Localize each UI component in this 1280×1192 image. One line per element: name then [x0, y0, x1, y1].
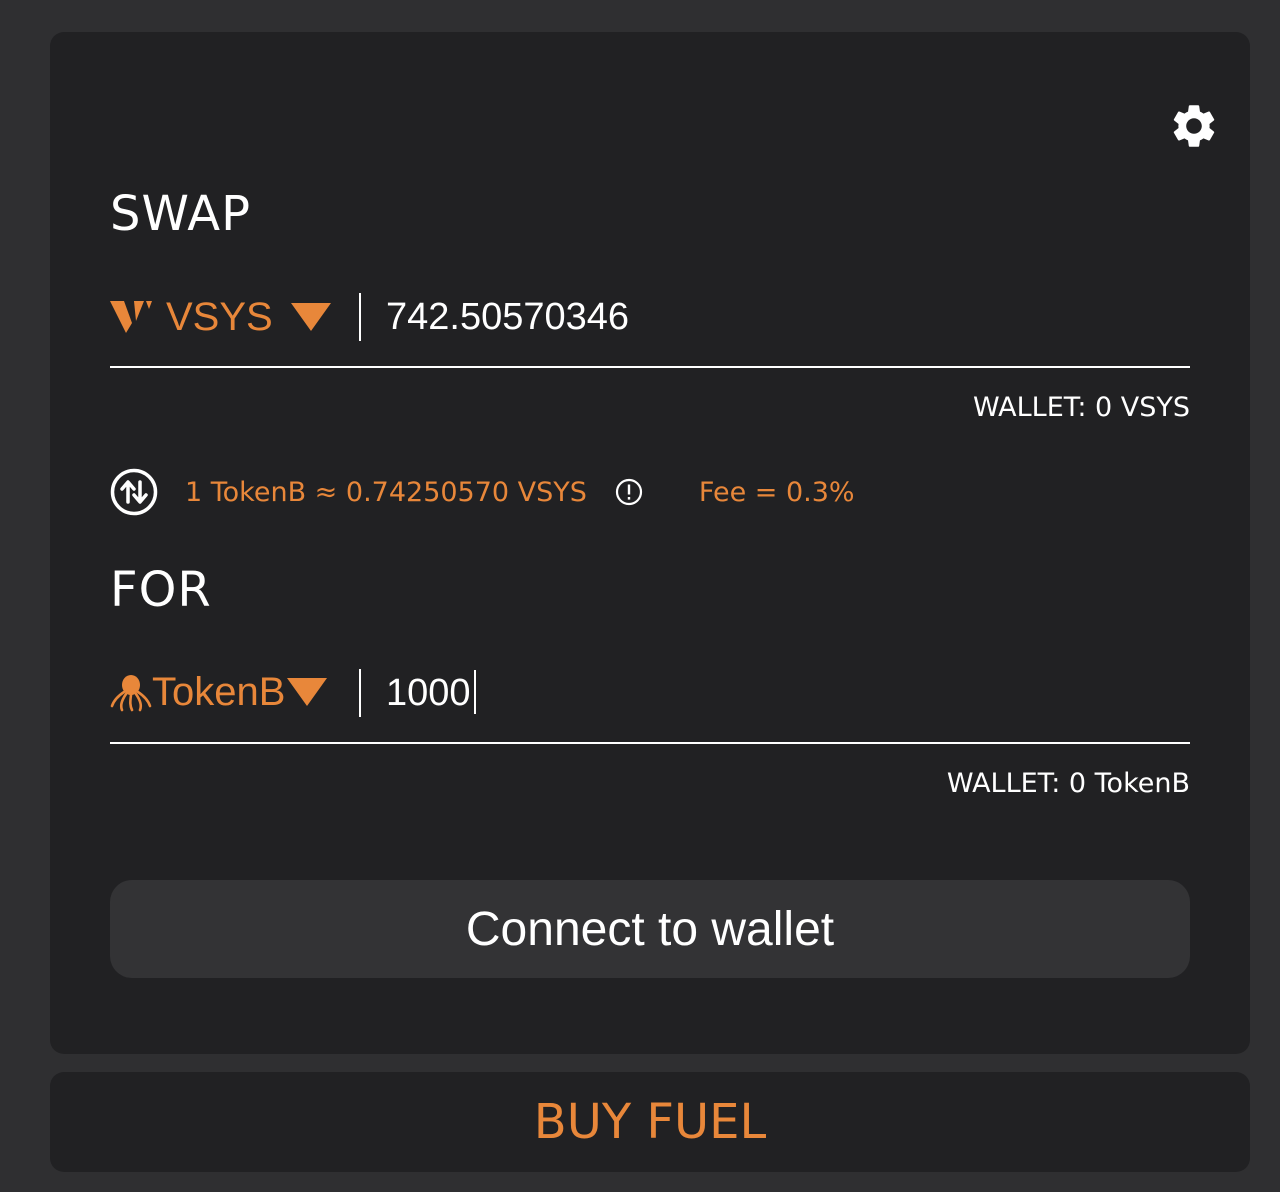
gear-icon[interactable] — [1168, 100, 1220, 152]
swap-divider — [359, 293, 361, 341]
for-divider — [359, 669, 361, 717]
for-underline — [110, 742, 1190, 744]
for-token-name: TokenB — [152, 669, 286, 714]
text-cursor — [474, 670, 476, 714]
swap-title: SWAP — [110, 186, 252, 242]
swap-underline — [110, 366, 1190, 368]
exchange-rate-text: 1 TokenB ≈ 0.74250570 VSYS — [185, 476, 587, 508]
for-wallet-balance: WALLET: 0 TokenB — [946, 768, 1190, 799]
for-amount-input[interactable] — [386, 668, 1176, 718]
swap-token-select[interactable]: VSYS — [110, 292, 331, 342]
for-token-select[interactable]: TokenB — [110, 668, 328, 716]
connect-wallet-button[interactable]: Connect to wallet — [110, 880, 1190, 978]
chevron-down-icon — [290, 303, 331, 331]
swap-wallet-balance: WALLET: 0 VSYS — [972, 392, 1190, 423]
chevron-down-icon — [287, 678, 328, 706]
buy-fuel-button[interactable]: BUY FUEL — [50, 1072, 1250, 1172]
vsys-logo-icon — [110, 301, 152, 333]
swap-token-name: VSYS — [166, 294, 273, 339]
info-icon[interactable] — [615, 478, 643, 506]
rate-row: 1 TokenB ≈ 0.74250570 VSYS Fee = 0.3% — [110, 466, 855, 518]
octopus-icon — [110, 675, 152, 712]
fee-text: Fee = 0.3% — [698, 476, 855, 508]
swap-arrows-icon[interactable] — [110, 468, 158, 516]
swap-amount-input[interactable] — [386, 292, 1176, 342]
for-title: FOR — [110, 562, 212, 618]
